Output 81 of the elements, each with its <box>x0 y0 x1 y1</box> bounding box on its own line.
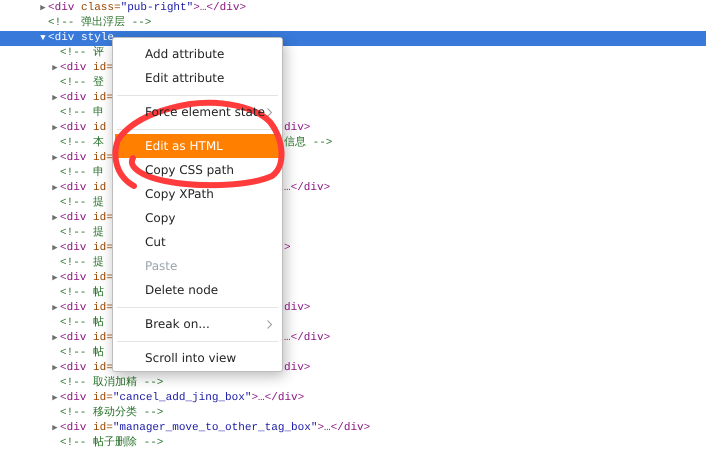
expander-arrow-icon[interactable]: ▶ <box>50 331 60 346</box>
html-comment: <!-- 本 <box>60 136 104 151</box>
attribute-name: id= <box>93 391 113 406</box>
html-comment: <!-- 取消加精 --> <box>60 376 164 391</box>
tag-name: <div <box>60 271 86 286</box>
menu-item[interactable]: Break on... <box>115 312 280 336</box>
menu-item[interactable]: Copy CSS path <box>115 158 280 182</box>
html-comment: 信息 --> <box>284 136 332 151</box>
tag-name: <div <box>60 91 86 106</box>
tag-name: <div <box>60 301 86 316</box>
menu-item[interactable]: Copy <box>115 206 280 230</box>
tag-name: <div <box>60 151 86 166</box>
html-comment: <!-- 评 <box>60 46 104 61</box>
menu-item[interactable]: Scroll into view <box>115 346 280 370</box>
html-comment: <!-- 帖 <box>60 286 104 301</box>
html-comment: <!-- 提 <box>60 256 104 271</box>
tag-name: <div <box>60 61 86 76</box>
expander-arrow-icon[interactable]: ▶ <box>50 271 60 286</box>
attribute-value: "pub-right" <box>120 1 194 16</box>
html-comment: <!-- 提 <box>60 196 104 211</box>
attribute-name: id= <box>93 211 113 226</box>
attribute-name: class= <box>81 1 121 16</box>
closing-tag: …</div> <box>284 331 330 346</box>
tag-name: <div <box>60 181 86 196</box>
attribute-name: id <box>93 121 106 136</box>
tag-name: <div <box>60 361 86 376</box>
closing-tag: >…</div> <box>251 391 304 406</box>
expander-arrow-icon[interactable]: ▶ <box>50 301 60 316</box>
html-comment: <!-- 帖 <box>60 316 104 331</box>
expander-arrow-icon[interactable]: ▶ <box>50 121 60 136</box>
html-comment: <!-- 帖子删除 --> <box>60 436 164 451</box>
tag-name: <div <box>48 31 74 46</box>
html-comment: <!-- 移动分类 --> <box>60 406 164 421</box>
expander-arrow-icon[interactable]: ▶ <box>50 181 60 196</box>
html-comment: <!-- 弹出浮层 --> <box>48 16 152 31</box>
menu-item[interactable]: Edit attribute <box>115 66 280 90</box>
menu-item[interactable]: Delete node <box>115 278 280 302</box>
closing-tag: div> <box>284 361 310 376</box>
expander-arrow-icon[interactable]: ▶ <box>50 91 60 106</box>
attribute-name: id= <box>93 361 113 376</box>
menu-item[interactable]: Cut <box>115 230 280 254</box>
closing-tag: > <box>284 241 291 256</box>
expander-arrow-icon[interactable]: ▶ <box>38 1 48 16</box>
closing-tag: >…</div> <box>317 421 370 436</box>
expander-arrow-icon[interactable]: ▶ <box>50 421 60 436</box>
tag-name: <div <box>60 241 86 256</box>
html-comment: <!-- 申 <box>60 166 104 181</box>
closing-tag: >…</div> <box>193 1 246 16</box>
attribute-name: id= <box>93 301 113 316</box>
expander-arrow-icon[interactable]: ▶ <box>50 241 60 256</box>
attribute-name: id= <box>93 421 113 436</box>
closing-tag: div> <box>284 121 310 136</box>
html-comment: <!-- 提 <box>60 226 104 241</box>
html-comment: <!-- 登 <box>60 76 104 91</box>
tag-name: <div <box>60 211 86 226</box>
expander-arrow-icon[interactable]: ▶ <box>50 391 60 406</box>
closing-tag: div> <box>284 301 310 316</box>
attribute-name: id= <box>93 241 113 256</box>
attribute-name: style <box>81 31 114 46</box>
attribute-name: id= <box>93 331 113 346</box>
expander-arrow-icon[interactable]: ▶ <box>50 211 60 226</box>
tag-name: <div <box>60 331 86 346</box>
html-comment: <!-- 申 <box>60 106 104 121</box>
attribute-name: id= <box>93 91 113 106</box>
closing-tag: …</div> <box>284 181 330 196</box>
attribute-name: id= <box>93 151 113 166</box>
tag-name: <div <box>60 391 86 406</box>
tag-name: <div <box>60 421 86 436</box>
attribute-value: "cancel_add_jing_box" <box>112 391 252 406</box>
attribute-name: id <box>93 181 106 196</box>
tag-name: <div <box>60 121 86 136</box>
expander-arrow-icon[interactable]: ▼ <box>38 31 48 46</box>
expander-arrow-icon[interactable]: ▶ <box>50 151 60 166</box>
expander-arrow-icon[interactable]: ▶ <box>50 61 60 76</box>
html-comment: <!-- 帖 <box>60 346 104 361</box>
expander-arrow-icon[interactable]: ▶ <box>50 361 60 376</box>
attribute-name: id= <box>93 61 113 76</box>
attribute-value: "manager_move_to_other_tag_box" <box>112 421 318 436</box>
menu-item[interactable]: Copy XPath <box>115 182 280 206</box>
tag-name: <div <box>48 1 74 16</box>
attribute-name: id= <box>93 271 113 286</box>
